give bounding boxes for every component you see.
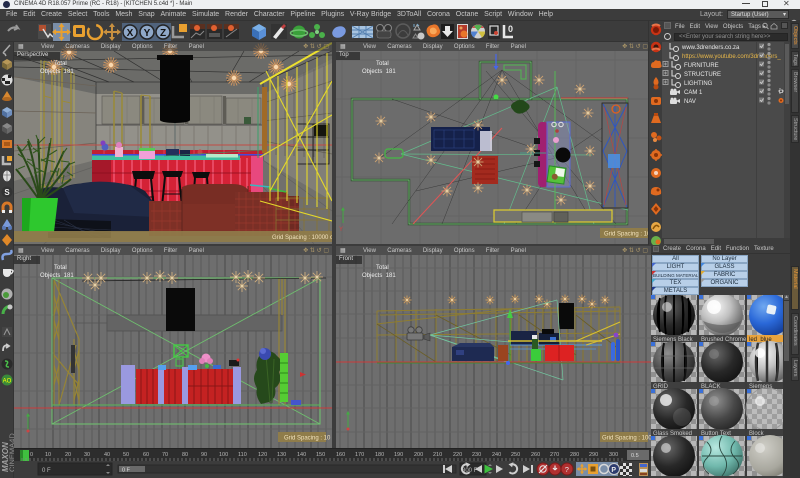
svg-text:120: 120 xyxy=(258,452,267,458)
svg-text:P: P xyxy=(611,467,616,474)
svg-text:Grid Spacing : 100 cm: Grid Spacing : 100 cm xyxy=(604,232,651,238)
svg-text:S: S xyxy=(4,188,10,197)
svg-text:CAM 1: CAM 1 xyxy=(684,90,703,96)
svg-text:0 F: 0 F xyxy=(122,468,131,474)
svg-text:70: 70 xyxy=(162,452,168,458)
svg-text:230: 230 xyxy=(472,452,481,458)
svg-text:Grid Spacing : 10 cm: Grid Spacing : 10 cm xyxy=(284,436,332,442)
svg-text:0: 0 xyxy=(30,452,33,458)
svg-text:90: 90 xyxy=(201,452,207,458)
svg-text:130: 130 xyxy=(277,452,286,458)
svg-text:60: 60 xyxy=(143,452,149,458)
svg-text:0 F: 0 F xyxy=(42,468,51,474)
svg-text:Y: Y xyxy=(144,28,151,39)
svg-text:270: 270 xyxy=(550,452,559,458)
svg-text:AO: AO xyxy=(3,379,12,385)
svg-text:0.5: 0.5 xyxy=(631,453,639,459)
svg-text:0: 0 xyxy=(508,24,513,34)
svg-text:Grid Spacing : 10000 cm: Grid Spacing : 10000 cm xyxy=(272,235,332,241)
svg-text:300: 300 xyxy=(609,452,618,458)
svg-text:140: 140 xyxy=(297,452,306,458)
svg-text:250: 250 xyxy=(511,452,520,458)
svg-text:FURNITURE: FURNITURE xyxy=(684,63,719,69)
svg-text:210: 210 xyxy=(433,452,442,458)
svg-text:STRUCTURE: STRUCTURE xyxy=(684,72,721,78)
svg-text:100: 100 xyxy=(219,452,228,458)
svg-text:20: 20 xyxy=(65,452,71,458)
svg-text:Grid Spacing : 100 cm: Grid Spacing : 100 cm xyxy=(602,436,651,442)
svg-text:www.3drenders.co.za: www.3drenders.co.za xyxy=(681,45,740,51)
svg-text:290: 290 xyxy=(589,452,598,458)
svg-text:Y: Y xyxy=(339,227,343,233)
svg-text:50: 50 xyxy=(123,452,129,458)
svg-text:260: 260 xyxy=(531,452,540,458)
svg-text:150: 150 xyxy=(316,452,325,458)
svg-text:NAV: NAV xyxy=(684,99,696,105)
svg-text:190: 190 xyxy=(394,452,403,458)
svg-text:160: 160 xyxy=(336,452,345,458)
svg-text:?: ? xyxy=(565,465,569,474)
svg-text:200: 200 xyxy=(414,452,423,458)
svg-text:Z: Z xyxy=(160,28,166,39)
svg-text:170: 170 xyxy=(355,452,364,458)
svg-text:80: 80 xyxy=(182,452,188,458)
svg-text:X: X xyxy=(127,28,134,39)
svg-text:180: 180 xyxy=(375,452,384,458)
svg-text:110: 110 xyxy=(238,452,247,458)
svg-text:240: 240 xyxy=(492,452,501,458)
svg-text:10: 10 xyxy=(45,452,51,458)
svg-text:40: 40 xyxy=(104,452,110,458)
svg-text:https://www.youtube.com/3drend: https://www.youtube.com/3drenders_ xyxy=(682,54,781,60)
svg-text:30: 30 xyxy=(84,452,90,458)
svg-text:LIGHTING: LIGHTING xyxy=(684,81,713,87)
svg-text:220: 220 xyxy=(453,452,462,458)
svg-text:280: 280 xyxy=(570,452,579,458)
